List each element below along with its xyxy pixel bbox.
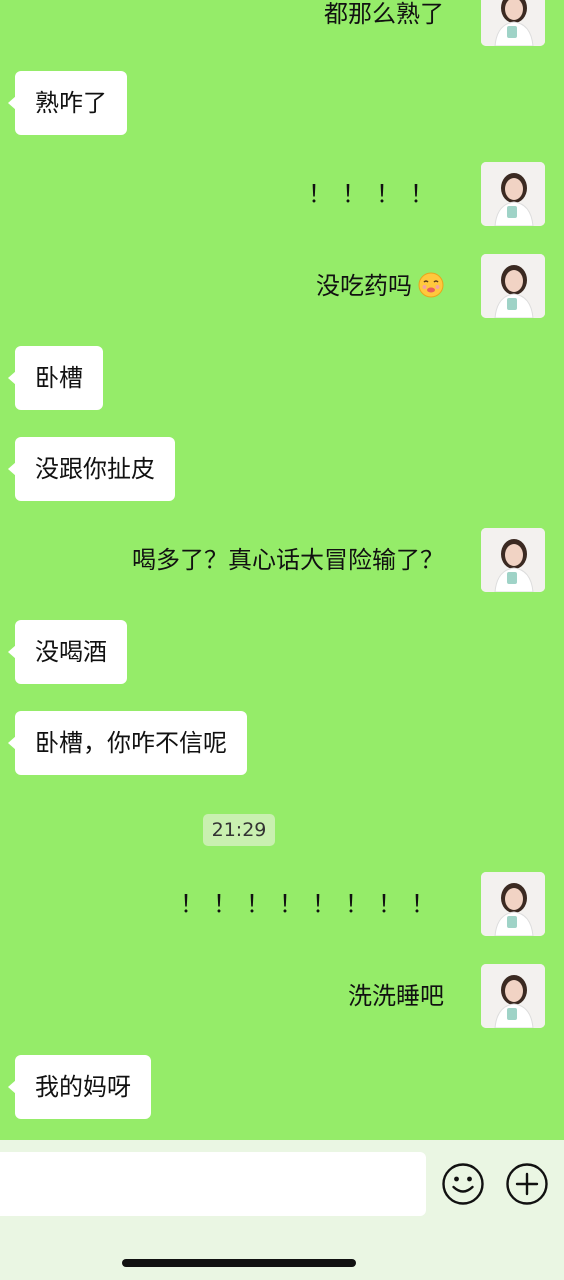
chat-screen: 都那么熟了 熟咋了 ！！！！ 没吃药吗 卧槽 没跟你扯皮 喝多了？真心话大冒险输… xyxy=(0,0,564,1280)
message-row-left: 没喝酒 xyxy=(0,620,564,684)
message-row-right: ！！！！ xyxy=(0,162,564,226)
message-text: ！！！！！！！！ xyxy=(180,890,444,918)
avatar[interactable] xyxy=(481,162,545,226)
message-row-right: 都那么熟了 xyxy=(0,0,564,46)
message-input[interactable] xyxy=(0,1152,426,1216)
message-bubble[interactable]: 没喝酒 xyxy=(8,620,127,684)
message-row-left: 卧槽 xyxy=(0,346,564,410)
message-row-right: ！！！！！！！！ xyxy=(0,872,564,936)
avatar-photo xyxy=(481,254,545,318)
avatar[interactable] xyxy=(481,872,545,936)
message-bubble[interactable]: 卧槽，你咋不信呢 xyxy=(8,711,247,775)
timestamp-label: 21:29 xyxy=(203,814,275,846)
avatar-photo xyxy=(481,162,545,226)
message-bubble[interactable]: 没跟你扯皮 xyxy=(8,437,175,501)
message-text-content: 没吃药吗 xyxy=(316,272,412,300)
avatar-photo xyxy=(481,872,545,936)
message-row-left: 没跟你扯皮 xyxy=(0,437,564,501)
message-bubble[interactable]: 熟咋了 xyxy=(8,71,127,135)
avatar[interactable] xyxy=(481,964,545,1028)
message-list[interactable]: 都那么熟了 熟咋了 ！！！！ 没吃药吗 卧槽 没跟你扯皮 喝多了？真心话大冒险输… xyxy=(0,0,564,1140)
message-row-left: 我的妈呀 xyxy=(0,1055,564,1119)
avatar-photo xyxy=(481,0,545,46)
sick-face-emoji xyxy=(418,272,444,298)
message-row-right: 喝多了？真心话大冒险输了？ xyxy=(0,528,564,592)
input-bar xyxy=(0,1140,564,1280)
avatar-photo xyxy=(481,964,545,1028)
avatar[interactable] xyxy=(481,528,545,592)
message-bubble[interactable]: 卧槽 xyxy=(8,346,103,410)
message-text: 洗洗睡吧 xyxy=(348,982,444,1010)
message-row-left: 熟咋了 xyxy=(0,71,564,135)
message-row-right: 没吃药吗 xyxy=(0,254,564,318)
message-text: 喝多了？真心话大冒险输了？ xyxy=(132,546,444,574)
avatar-photo xyxy=(481,528,545,592)
message-text: ！！！！ xyxy=(308,180,444,208)
avatar[interactable] xyxy=(481,254,545,318)
message-row-right: 洗洗睡吧 xyxy=(0,964,564,1028)
message-row-left: 卧槽，你咋不信呢 xyxy=(0,711,564,775)
message-text: 都那么熟了 xyxy=(324,0,444,28)
message-text: 没吃药吗 xyxy=(316,254,444,318)
smiley-icon[interactable] xyxy=(441,1162,485,1206)
home-indicator[interactable] xyxy=(122,1259,356,1267)
plus-circle-icon[interactable] xyxy=(505,1162,549,1206)
avatar[interactable] xyxy=(481,0,545,46)
message-bubble[interactable]: 我的妈呀 xyxy=(8,1055,151,1119)
